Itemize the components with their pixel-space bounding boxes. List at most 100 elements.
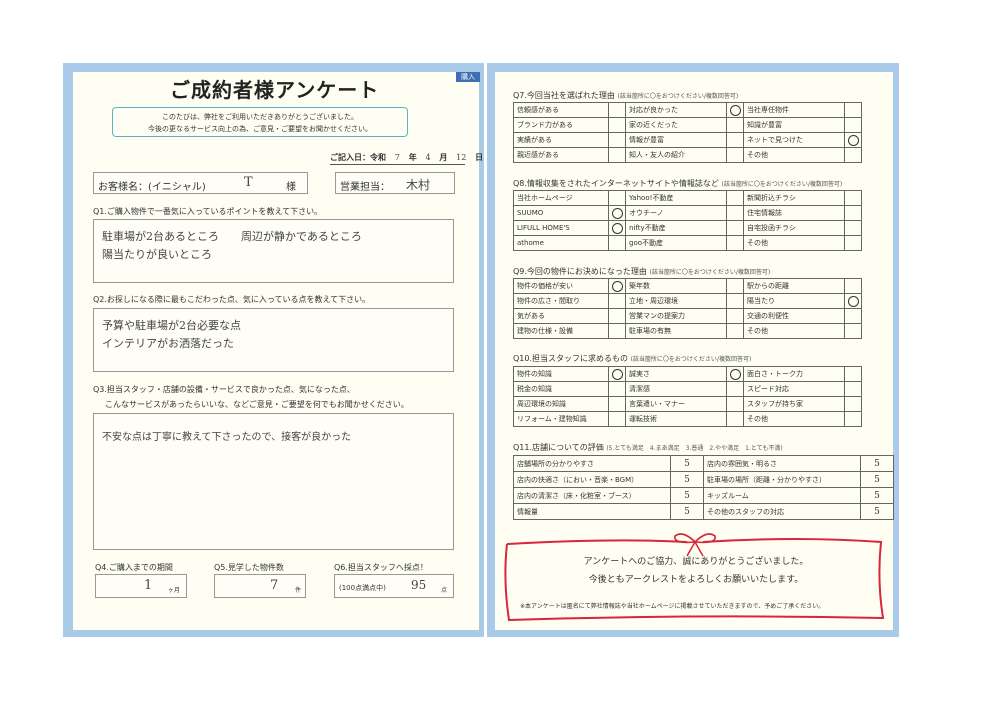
choice-checkbox[interactable] — [844, 235, 862, 251]
q2-answer-box[interactable]: 予算や駐車場が2台必要な点 インテリアがお洒落だった — [93, 308, 454, 372]
q2-label: Q2.お探しになる際に最もこだわった点、気に入っている点を教えて下さい。 — [93, 295, 371, 304]
choice-label: 面白さ・トーク力 — [743, 366, 845, 382]
intro-line-2: 今後の更なるサービス向上の為、ご意見・ご要望をお聞かせください。 — [148, 125, 372, 133]
choice-checkbox[interactable] — [608, 147, 626, 163]
choice-checkbox[interactable] — [844, 220, 862, 236]
choice-checkbox[interactable] — [608, 190, 626, 206]
choice-checkbox[interactable] — [844, 396, 862, 412]
choice-checkbox[interactable] — [844, 308, 862, 324]
choice-checkbox[interactable] — [726, 308, 744, 324]
choice-checkbox[interactable] — [726, 323, 744, 339]
choice-label: 当社ホームページ — [513, 190, 609, 206]
choice-checkbox[interactable] — [726, 132, 744, 148]
choice-checkbox[interactable] — [844, 278, 862, 294]
q3-answer-box[interactable]: 不安な点は丁寧に教えて下さったので、接客が良かった — [93, 413, 454, 550]
choice-label: その他 — [743, 235, 845, 251]
choice-checkbox[interactable] — [726, 293, 744, 309]
choice-checkbox[interactable] — [726, 102, 744, 118]
choice-checkbox[interactable] — [726, 411, 744, 427]
choice-checkbox[interactable] — [726, 117, 744, 133]
choice-checkbox[interactable] — [844, 190, 862, 206]
choice-checkbox[interactable] — [608, 220, 626, 236]
choice-checkbox[interactable] — [608, 381, 626, 397]
choice-checkbox[interactable] — [608, 396, 626, 412]
evaluation-score[interactable]: 5 — [670, 471, 704, 488]
evaluation-score[interactable]: 5 — [670, 503, 704, 520]
choice-checkbox[interactable] — [844, 205, 862, 221]
circle-mark-icon — [847, 134, 859, 146]
choice-checkbox[interactable] — [608, 102, 626, 118]
choice-row: 物件の知識 誠実さ 面白さ・トーク力 — [513, 366, 862, 382]
choice-checkbox[interactable] — [844, 102, 862, 118]
date-year[interactable]: 7 — [395, 153, 400, 162]
choice-checkbox[interactable] — [726, 278, 744, 294]
choice-label: LIFULL HOME'S — [513, 220, 609, 236]
choice-label: 住宅情報誌 — [743, 205, 845, 221]
evaluation-item: 店内の清潔さ（床・化粧室・ブース） — [513, 487, 671, 504]
evaluation-score[interactable]: 5 — [860, 455, 894, 472]
choice-label: 家の近くだった — [625, 117, 727, 133]
choice-label: SUUMO — [513, 205, 609, 221]
date-day[interactable]: 12 — [456, 153, 466, 162]
choice-checkbox[interactable] — [726, 205, 744, 221]
choice-row: 物件の価格が安い 築年数 駅からの距離 — [513, 278, 862, 294]
date-month[interactable]: 4 — [425, 153, 430, 162]
q6-answer-box[interactable]: (100点満点中) 95 点 — [334, 574, 454, 598]
choice-checkbox[interactable] — [844, 411, 862, 427]
choice-checkbox[interactable] — [608, 117, 626, 133]
choice-checkbox[interactable] — [608, 293, 626, 309]
sales-staff-field[interactable]: 営業担当： 木村 — [335, 172, 455, 194]
q4-unit: ヶ月 — [168, 587, 181, 594]
q8-table: 当社ホームページ Yahoo!不動産 新聞折込チラシ SUUMO オウチーノ 住宅情報誌 L… — [513, 190, 862, 251]
choice-checkbox[interactable] — [608, 235, 626, 251]
q4-answer-box[interactable]: 1 ヶ月 — [95, 574, 187, 598]
choice-row: 当社ホームページ Yahoo!不動産 新聞折込チラシ — [513, 190, 862, 206]
choice-checkbox[interactable] — [844, 323, 862, 339]
choice-label: 新聞折込チラシ — [743, 190, 845, 206]
q1-answer-box[interactable]: 駐車場が2台あるところ 周辺が静かであるところ 陽当たりが良いところ — [93, 219, 454, 283]
choice-label: スタッフが持ち家 — [743, 396, 845, 412]
choice-checkbox[interactable] — [844, 132, 862, 148]
choice-checkbox[interactable] — [726, 147, 744, 163]
choice-checkbox[interactable] — [726, 381, 744, 397]
choice-checkbox[interactable] — [844, 366, 862, 382]
choice-checkbox[interactable] — [726, 396, 744, 412]
choice-row: 気がある 営業マンの提案力 交通の利便性 — [513, 308, 862, 324]
evaluation-row: 情報量 5 その他のスタッフの対応 5 — [513, 503, 894, 520]
choice-label: 情報が豊富 — [625, 132, 727, 148]
choice-row: SUUMO オウチーノ 住宅情報誌 — [513, 205, 862, 221]
evaluation-score[interactable]: 5 — [670, 487, 704, 504]
q3-answer: 不安な点は丁寧に教えて下さったので、接客が良かった — [102, 432, 352, 443]
customer-name-field[interactable]: お客様名：(イニシャル) T 様 — [93, 172, 308, 194]
evaluation-score[interactable]: 5 — [670, 455, 704, 472]
choice-checkbox[interactable] — [726, 220, 744, 236]
choice-checkbox[interactable] — [608, 411, 626, 427]
q5-answer-box[interactable]: 7 件 — [214, 574, 306, 598]
choice-checkbox[interactable] — [608, 132, 626, 148]
choice-checkbox[interactable] — [608, 366, 626, 382]
choice-checkbox[interactable] — [726, 366, 744, 382]
q5-label: Q5.見学した物件数 — [214, 563, 284, 572]
q2-answer-line-2: インテリアがお洒落だった — [102, 337, 234, 350]
thanks-line-1: アンケートへのご協力、誠にありがとうございました。 — [583, 557, 809, 567]
evaluation-score[interactable]: 5 — [860, 487, 894, 504]
choice-checkbox[interactable] — [844, 147, 862, 163]
choice-label: 気がある — [513, 308, 609, 324]
choice-label: リフォーム・建物知識 — [513, 411, 609, 427]
q7-note: (該当箇所に〇をおつけください/複数回答可) — [617, 93, 739, 100]
choice-checkbox[interactable] — [844, 381, 862, 397]
choice-checkbox[interactable] — [844, 293, 862, 309]
choice-checkbox[interactable] — [608, 308, 626, 324]
choice-checkbox[interactable] — [844, 117, 862, 133]
choice-checkbox[interactable] — [608, 205, 626, 221]
q6-hint: (100点満点中) — [339, 584, 386, 592]
date-line: ご記入日：令和 7 年 4 月 12 日 — [330, 152, 483, 163]
evaluation-score[interactable]: 5 — [860, 471, 894, 488]
choice-checkbox[interactable] — [726, 235, 744, 251]
choice-checkbox[interactable] — [608, 323, 626, 339]
evaluation-item: 駐車場の場所（距離・分かりやすさ） — [703, 471, 861, 488]
evaluation-score[interactable]: 5 — [860, 503, 894, 520]
choice-checkbox[interactable] — [608, 278, 626, 294]
q1-answer-line-1: 駐車場が2台あるところ 周辺が静かであるところ — [102, 230, 362, 243]
choice-checkbox[interactable] — [726, 190, 744, 206]
